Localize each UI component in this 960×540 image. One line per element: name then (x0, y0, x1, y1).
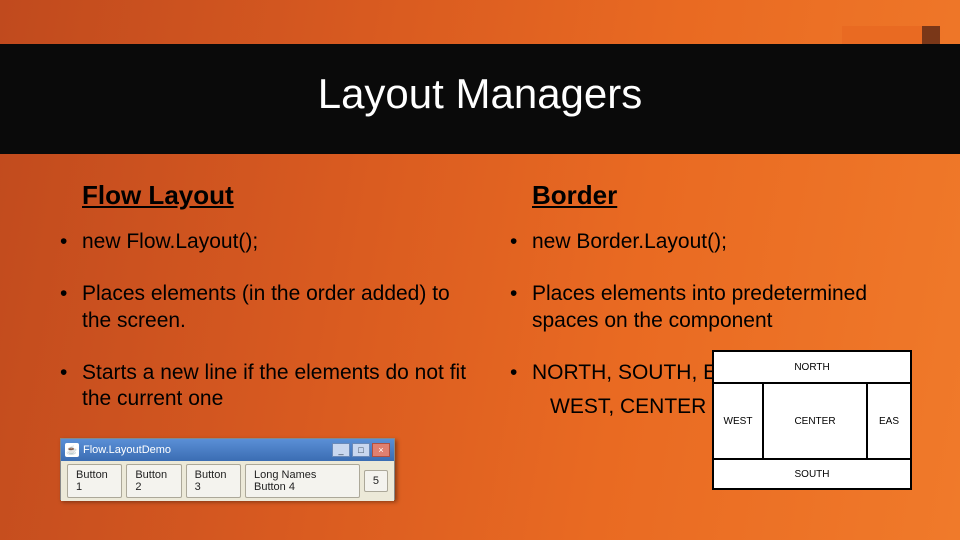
diagram-north: NORTH (714, 352, 910, 382)
right-heading: Border (532, 180, 920, 211)
slide-title: Layout Managers (0, 70, 960, 118)
left-bullets: new Flow.Layout(); Places elements (in t… (60, 229, 470, 412)
left-bullet-1: new Flow.Layout(); (60, 229, 470, 255)
demo-window-title: Flow.LayoutDemo (83, 444, 171, 456)
right-bullet-2: Places elements into predetermined space… (510, 281, 920, 334)
close-icon: × (372, 443, 390, 457)
demo-button-1: Button 1 (67, 464, 122, 498)
minimize-icon: _ (332, 443, 350, 457)
demo-titlebar: ☕ Flow.LayoutDemo _ □ × (61, 439, 394, 461)
diagram-west: WEST (714, 384, 762, 458)
left-heading: Flow Layout (82, 180, 470, 211)
demo-button-4: Long Names Button 4 (245, 464, 360, 498)
right-column: Border new Border.Layout(); Places eleme… (510, 180, 920, 520)
demo-body: Button 1 Button 2 Button 3 Long Names Bu… (61, 461, 394, 501)
demo-button-2: Button 2 (126, 464, 181, 498)
content-area: Flow Layout new Flow.Layout(); Places el… (60, 180, 920, 520)
diagram-south-row: SOUTH (714, 458, 910, 488)
accent-top-bar (842, 26, 922, 44)
left-column: Flow Layout new Flow.Layout(); Places el… (60, 180, 470, 520)
diagram-center: CENTER (762, 384, 866, 458)
borderlayout-diagram: NORTH WEST CENTER EAS SOUTH (712, 350, 912, 490)
left-bullet-2: Places elements (in the order added) to … (60, 281, 470, 334)
java-cup-icon: ☕ (65, 443, 79, 457)
demo-button-3: Button 3 (186, 464, 241, 498)
maximize-icon: □ (352, 443, 370, 457)
diagram-mid-row: WEST CENTER EAS (714, 382, 910, 458)
flowlayout-demo-window: ☕ Flow.LayoutDemo _ □ × Button 1 Button … (60, 438, 395, 500)
right-bullet-1: new Border.Layout(); (510, 229, 920, 255)
diagram-east: EAS (866, 384, 910, 458)
demo-button-5: 5 (364, 470, 388, 492)
slide: Layout Managers Flow Layout new Flow.Lay… (0, 0, 960, 540)
diagram-south: SOUTH (714, 469, 910, 480)
left-bullet-3: Starts a new line if the elements do not… (60, 360, 470, 413)
